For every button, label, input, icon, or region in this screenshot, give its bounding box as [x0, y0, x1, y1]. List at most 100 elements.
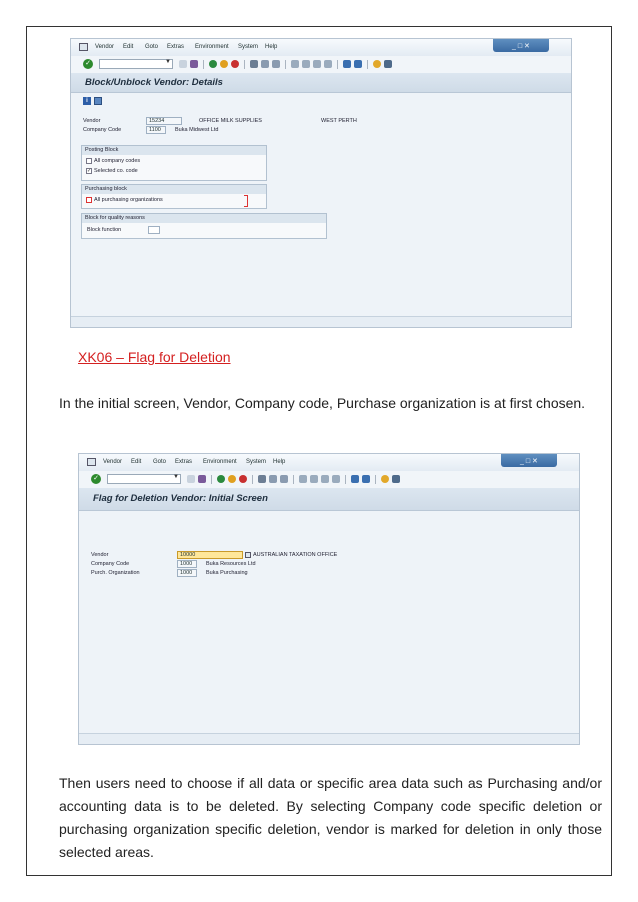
- enter-check-icon[interactable]: ✓: [83, 59, 93, 69]
- first-page-icon[interactable]: [291, 60, 299, 68]
- menu-bar: Vendor Edit Goto Extras Environment Syst…: [79, 454, 579, 472]
- menu-help[interactable]: Help: [265, 44, 277, 50]
- vendor-name: OFFICE MILK SUPPLIES: [199, 118, 262, 124]
- window-controls[interactable]: _ □ ✕: [501, 454, 557, 467]
- company-code-field[interactable]: 1100: [146, 126, 166, 134]
- search-help-icon[interactable]: [245, 552, 251, 558]
- purch-org-label: Purch. Organization: [91, 570, 140, 576]
- toolbar-separator: [375, 475, 376, 484]
- block-function-field[interactable]: [148, 226, 160, 234]
- all-purchasing-orgs-label: All purchasing organizations: [94, 197, 163, 203]
- screenshot-block-unblock-vendor: Vendor Edit Goto Extras Environment Syst…: [70, 38, 572, 328]
- previous-page-icon[interactable]: [310, 475, 318, 483]
- menu-edit[interactable]: Edit: [131, 459, 141, 465]
- toolbar-separator: [367, 60, 368, 69]
- new-session-icon[interactable]: [343, 60, 351, 68]
- required-marker-icon: [244, 195, 248, 207]
- back-arrow-icon[interactable]: [179, 60, 187, 68]
- help-icon[interactable]: [381, 475, 389, 483]
- first-page-icon[interactable]: [299, 475, 307, 483]
- screen-title: Block/Unblock Vendor: Details: [85, 77, 223, 88]
- posting-block-group: Posting Block All company codes ✓ Select…: [81, 145, 267, 181]
- toolbar-separator: [211, 475, 212, 484]
- vendor-label: Vendor: [83, 118, 101, 124]
- help-icon[interactable]: [373, 60, 381, 68]
- back-icon[interactable]: [209, 60, 217, 68]
- menu-edit[interactable]: Edit: [123, 44, 133, 50]
- shortcut-icon[interactable]: [354, 60, 362, 68]
- selected-co-code-row: ✓ Selected co. code: [86, 168, 138, 174]
- enter-check-icon[interactable]: ✓: [91, 474, 101, 484]
- status-bar: [71, 316, 571, 327]
- selected-co-code-label: Selected co. code: [94, 168, 138, 174]
- save-icon[interactable]: [198, 475, 206, 483]
- back-icon[interactable]: [217, 475, 225, 483]
- menu-environment[interactable]: Environment: [195, 44, 229, 50]
- command-field[interactable]: ▼: [99, 59, 173, 69]
- print-icon[interactable]: [258, 475, 266, 483]
- back-arrow-icon[interactable]: [187, 475, 195, 483]
- command-field[interactable]: ▼: [107, 474, 181, 484]
- menu-system[interactable]: System: [246, 459, 266, 465]
- exit-icon[interactable]: [220, 60, 228, 68]
- toolbar-separator: [244, 60, 245, 69]
- screenshot-flag-for-deletion: Vendor Edit Goto Extras Environment Syst…: [78, 453, 580, 745]
- menu-extras[interactable]: Extras: [167, 44, 184, 50]
- cancel-icon[interactable]: [239, 475, 247, 483]
- cancel-icon[interactable]: [231, 60, 239, 68]
- find-next-icon[interactable]: [272, 60, 280, 68]
- menu-environment[interactable]: Environment: [203, 459, 237, 465]
- purch-org-field[interactable]: 1000: [177, 569, 197, 577]
- company-code-name: Buka Midwest Ltd: [175, 127, 219, 133]
- intro-paragraph: In the initial screen, Vendor, Company c…: [59, 395, 586, 411]
- company-code-label: Company Code: [91, 561, 130, 567]
- block-function-label: Block function: [87, 227, 122, 233]
- dropdown-arrow-icon[interactable]: ▼: [173, 474, 179, 480]
- company-code-field[interactable]: 1000: [177, 560, 197, 568]
- selected-co-code-checkbox[interactable]: ✓: [86, 168, 92, 174]
- last-page-icon[interactable]: [324, 60, 332, 68]
- shortcut-icon[interactable]: [362, 475, 370, 483]
- status-bar: [79, 733, 579, 744]
- info-icon[interactable]: i: [83, 97, 91, 105]
- display-icon[interactable]: [94, 97, 102, 105]
- vendor-field[interactable]: 10000: [177, 551, 243, 559]
- all-company-codes-checkbox[interactable]: [86, 158, 92, 164]
- quality-block-title: Block for quality reasons: [82, 214, 326, 223]
- find-icon[interactable]: [261, 60, 269, 68]
- menu-icon[interactable]: [79, 43, 88, 51]
- menu-extras[interactable]: Extras: [175, 459, 192, 465]
- exit-icon[interactable]: [228, 475, 236, 483]
- section-heading: XK06 – Flag for Deletion: [78, 349, 231, 365]
- dropdown-arrow-icon[interactable]: ▼: [165, 59, 171, 65]
- find-next-icon[interactable]: [280, 475, 288, 483]
- window-controls[interactable]: _ □ ✕: [493, 39, 549, 52]
- menu-vendor[interactable]: Vendor: [103, 459, 122, 465]
- purchasing-block-group: Purchasing block All purchasing organiza…: [81, 184, 267, 209]
- save-icon[interactable]: [190, 60, 198, 68]
- menu-system[interactable]: System: [238, 44, 258, 50]
- toolbar-separator: [337, 60, 338, 69]
- menu-goto[interactable]: Goto: [145, 44, 158, 50]
- all-purchasing-orgs-checkbox[interactable]: [86, 197, 92, 203]
- new-session-icon[interactable]: [351, 475, 359, 483]
- vendor-field[interactable]: 15234: [146, 117, 182, 125]
- toolbar-icons: [187, 475, 400, 484]
- print-icon[interactable]: [250, 60, 258, 68]
- standard-toolbar: ✓ ▼: [71, 56, 571, 74]
- last-page-icon[interactable]: [332, 475, 340, 483]
- menu-icon[interactable]: [87, 458, 96, 466]
- find-icon[interactable]: [269, 475, 277, 483]
- next-page-icon[interactable]: [321, 475, 329, 483]
- layout-icon[interactable]: [392, 475, 400, 483]
- menu-help[interactable]: Help: [273, 459, 285, 465]
- company-code-label: Company Code: [83, 127, 122, 133]
- menu-vendor[interactable]: Vendor: [95, 44, 114, 50]
- screen-title-bar: Block/Unblock Vendor: Details: [71, 73, 571, 93]
- layout-icon[interactable]: [384, 60, 392, 68]
- posting-block-title: Posting Block: [82, 146, 266, 155]
- next-page-icon[interactable]: [313, 60, 321, 68]
- menu-goto[interactable]: Goto: [153, 459, 166, 465]
- previous-page-icon[interactable]: [302, 60, 310, 68]
- toolbar-separator: [203, 60, 204, 69]
